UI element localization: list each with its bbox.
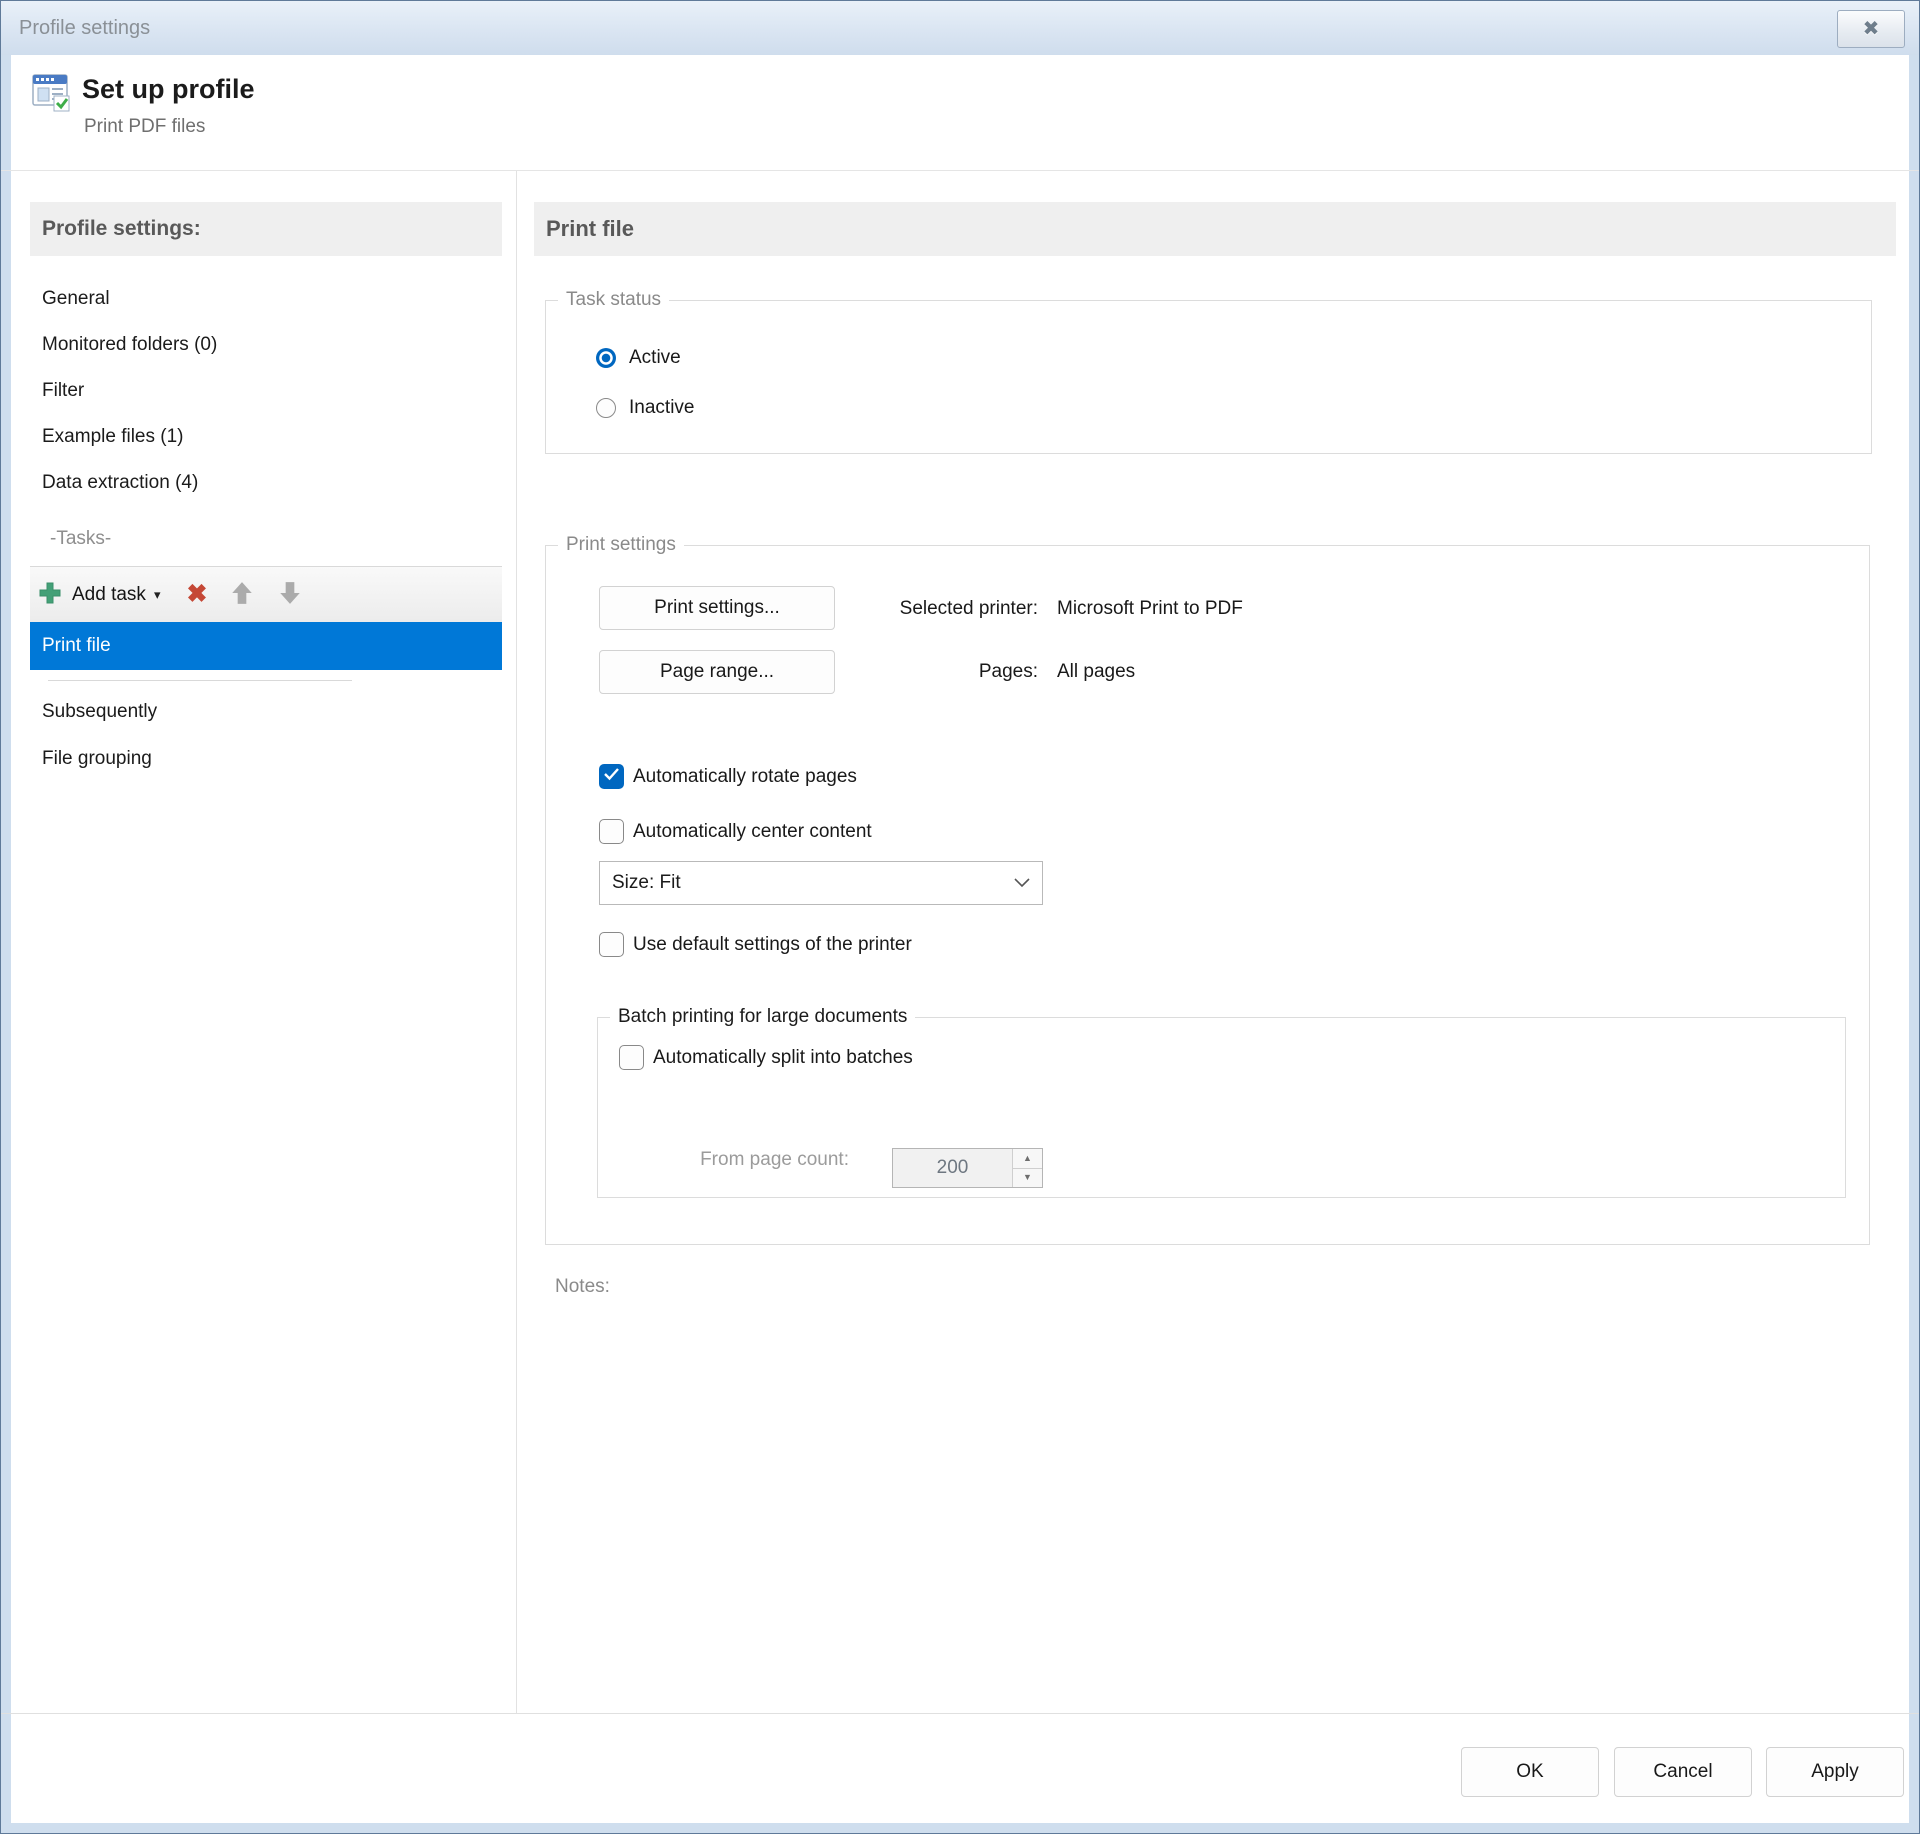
window-border-left [1,55,11,1833]
move-task-down-button[interactable] [277,580,303,609]
notes-label: Notes: [555,1276,610,1296]
inactive-radio-label[interactable]: Inactive [629,395,694,421]
batch-printing-legend: Batch printing for large documents [610,1004,915,1030]
ok-button[interactable]: OK [1461,1747,1599,1797]
stepper-buttons: ▲ ▼ [1012,1149,1042,1187]
rotate-pages-label: Automatically rotate pages [633,764,857,790]
batch-printing-group: Batch printing for large documents Autom… [597,1017,1846,1198]
sidebar-item-general[interactable]: General [30,276,502,322]
print-settings-button[interactable]: Print settings... [599,586,835,630]
sidebar-item-monitored-folders[interactable]: Monitored folders (0) [30,322,502,368]
spinner-up-button[interactable]: ▲ [1013,1149,1042,1169]
split-batches-label: Automatically split into batches [653,1045,913,1071]
sidebar-item-subsequently[interactable]: Subsequently [30,689,502,735]
selected-printer-value: Microsoft Print to PDF [1057,596,1243,622]
sidebar-item-file-grouping[interactable]: File grouping [30,736,502,782]
size-dropdown[interactable]: Size: Fit [599,861,1043,905]
window-title: Profile settings [19,1,150,55]
close-icon: ✖ [1863,19,1880,39]
move-task-up-button[interactable] [229,580,255,609]
sidebar-item-example-files[interactable]: Example files (1) [30,414,502,460]
apply-button[interactable]: Apply [1766,1747,1904,1797]
center-content-checkbox[interactable] [599,819,624,844]
header-divider [1,170,1919,171]
spinner-up-icon: ▲ [1023,1153,1032,1163]
from-page-count-value[interactable]: 200 [893,1149,1012,1187]
setup-profile-icon [32,74,72,117]
active-radio-label[interactable]: Active [629,345,681,371]
delete-icon: ✖ [186,582,207,607]
sidebar-subdivider [48,680,352,681]
spinner-down-button[interactable]: ▼ [1013,1169,1042,1188]
active-radio[interactable] [596,348,616,368]
tasks-section-label: -Tasks- [50,528,111,550]
task-status-legend: Task status [558,287,669,313]
add-task-button[interactable]: Add task ▾ [38,581,160,608]
sidebar-header: Profile settings: [30,202,502,256]
move-down-icon [277,580,303,609]
selected-printer-label: Selected printer: [851,596,1038,622]
add-icon [38,581,62,608]
print-settings-legend: Print settings [558,532,684,558]
title-bar: Profile settings ✖ [1,1,1919,55]
use-default-label: Use default settings of the printer [633,932,912,958]
move-up-icon [229,580,255,609]
chevron-down-icon [1014,872,1030,894]
checkmark-icon [603,767,620,786]
spinner-down-icon: ▼ [1023,1172,1032,1182]
profile-settings-window: Profile settings ✖ Set up profile Print … [0,0,1920,1834]
delete-task-button[interactable]: ✖ [160,582,207,607]
sidebar-item-filter[interactable]: Filter [30,368,502,414]
split-batches-checkbox[interactable] [619,1045,644,1070]
page-range-button[interactable]: Page range... [599,650,835,694]
window-border-bottom [1,1823,1919,1833]
close-button[interactable]: ✖ [1837,10,1905,48]
cancel-button[interactable]: Cancel [1614,1747,1752,1797]
print-settings-group: Print settings Print settings... Selecte… [545,545,1870,1245]
rotate-pages-checkbox[interactable] [599,764,624,789]
footer-divider [1,1713,1919,1714]
from-page-count-label: From page count: [658,1147,849,1173]
center-content-label: Automatically center content [633,819,872,845]
pages-label: Pages: [851,659,1038,685]
page-title: Set up profile [82,74,255,105]
panel-divider [516,171,517,1713]
sidebar-item-data-extraction[interactable]: Data extraction (4) [30,460,502,506]
page-subtitle: Print PDF files [84,116,205,138]
add-task-label: Add task [72,584,146,606]
task-item-print-file[interactable]: Print file [30,622,502,670]
from-page-count-stepper[interactable]: 200 ▲ ▼ [892,1148,1043,1188]
use-default-checkbox[interactable] [599,932,624,957]
task-toolbar: Add task ▾ ✖ [30,566,502,622]
pages-value: All pages [1057,659,1135,685]
notes-label-clip: Notes: [555,1274,610,1296]
size-dropdown-value: Size: Fit [612,872,681,894]
main-panel-title: Print file [534,202,1896,256]
inactive-radio[interactable] [596,398,616,418]
task-status-group: Task status Active Inactive [545,300,1872,454]
window-border-right [1909,55,1919,1833]
